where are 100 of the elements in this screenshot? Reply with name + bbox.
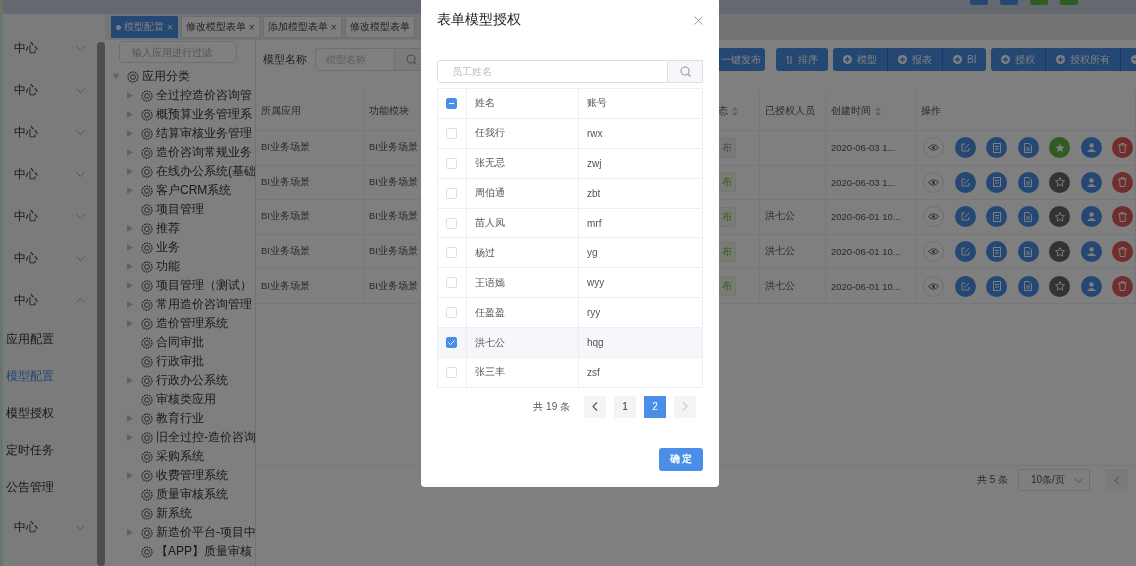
user-button[interactable]	[1080, 137, 1102, 159]
tree-node[interactable]: 合同审批	[105, 333, 255, 352]
delete-button[interactable]	[1112, 137, 1133, 159]
menu-item[interactable]: 应用配置	[3, 321, 98, 358]
star-button[interactable]	[1049, 206, 1070, 228]
form-button[interactable]	[986, 275, 1007, 297]
tree-node[interactable]: 功能	[105, 257, 255, 276]
user-button[interactable]	[1080, 241, 1102, 263]
close-icon[interactable]: ×	[248, 21, 255, 33]
form-button[interactable]	[986, 171, 1007, 193]
edit-button[interactable]	[954, 206, 976, 228]
report-button[interactable]	[1017, 241, 1039, 263]
tree-node[interactable]: 客户CRM系统	[105, 181, 255, 200]
view-button[interactable]	[923, 275, 944, 297]
toolbar-button[interactable]: 授权所有	[1046, 48, 1122, 71]
checkbox[interactable]	[446, 97, 457, 109]
menu-group[interactable]: 中心	[3, 506, 98, 548]
confirm-button[interactable]: 确 定	[659, 447, 703, 471]
menu-group[interactable]: 中心	[3, 69, 98, 111]
tree-node[interactable]: 项目管理（测试）	[105, 276, 255, 295]
tab[interactable]: 添加模型表单 ×	[262, 16, 342, 38]
toolbar-button[interactable]: BI	[943, 48, 987, 71]
column-header[interactable]: 已授权人员	[765, 104, 815, 118]
user-button[interactable]	[1080, 275, 1102, 297]
tree-node[interactable]: 教育行业	[105, 409, 255, 428]
previous-page-button[interactable]	[584, 395, 606, 418]
tree-node[interactable]: 【APP】质量审核	[105, 542, 255, 561]
tree-node[interactable]: 行政审批	[105, 352, 255, 371]
tab[interactable]: 修改模型表单 ×	[180, 16, 260, 38]
tree-node[interactable]: 常用造价咨询管理	[105, 295, 255, 314]
page-size-select[interactable]: 10条/页	[1018, 469, 1090, 491]
edit-button[interactable]	[954, 137, 976, 159]
menu-group[interactable]: 中心	[3, 27, 98, 69]
edit-button[interactable]	[954, 171, 976, 193]
star-button[interactable]	[1049, 137, 1070, 159]
toolbar-button[interactable]: 报表	[888, 48, 943, 71]
star-button[interactable]	[1049, 241, 1070, 263]
view-button[interactable]	[923, 137, 944, 159]
user-button[interactable]	[1080, 206, 1102, 228]
form-button[interactable]	[986, 206, 1007, 228]
page-button[interactable]: 2	[644, 395, 666, 418]
report-button[interactable]	[1017, 206, 1039, 228]
star-button[interactable]	[1049, 171, 1070, 193]
menu-group[interactable]: 中心	[3, 195, 98, 237]
column-header[interactable]: 功能模块	[369, 104, 409, 118]
scrollbar[interactable]	[97, 42, 105, 566]
delete-button[interactable]	[1112, 171, 1133, 193]
tree-node[interactable]: 项目管理	[105, 200, 255, 219]
tree-node[interactable]: 全过控造价咨询管	[105, 86, 255, 105]
menu-group[interactable]: 中心	[3, 153, 98, 195]
tree-node[interactable]: 概预算业务管理系	[105, 105, 255, 124]
menu-group[interactable]: 中心	[3, 237, 98, 279]
edit-button[interactable]	[954, 275, 976, 297]
view-button[interactable]	[923, 206, 944, 228]
menu-item[interactable]: 定时任务	[3, 432, 98, 469]
menu-item[interactable]: 模型配置	[3, 358, 98, 395]
column-header[interactable]: 创建时间	[831, 104, 881, 118]
checkbox[interactable]	[446, 337, 457, 349]
delete-button[interactable]	[1112, 206, 1133, 228]
close-icon[interactable]: ×	[330, 21, 337, 33]
toolbar-button[interactable]: 模型	[833, 48, 888, 71]
user-button[interactable]	[1080, 171, 1102, 193]
menu-group[interactable]: 中心	[3, 279, 98, 321]
tree-node[interactable]: 造价咨询常规业务	[105, 143, 255, 162]
report-button[interactable]	[1017, 137, 1039, 159]
form-button[interactable]	[986, 241, 1007, 263]
report-button[interactable]	[1017, 275, 1039, 297]
tree-node[interactable]: 审核类应用	[105, 390, 255, 409]
tree-node[interactable]: 应用分类	[105, 67, 255, 86]
close-icon[interactable]: ×	[167, 21, 173, 33]
tree-node[interactable]: 结算审核业务管理	[105, 124, 255, 143]
tab[interactable]: 修改模型表单	[344, 16, 415, 38]
column-header[interactable]: 所属应用	[261, 104, 301, 118]
tree-node[interactable]: 旧全过控-造价咨询	[105, 428, 255, 447]
delete-button[interactable]	[1112, 275, 1133, 297]
tab[interactable]: 模型配置 ×	[111, 16, 178, 38]
edit-button[interactable]	[954, 241, 976, 263]
close-button[interactable]	[694, 15, 703, 25]
report-button[interactable]	[1017, 171, 1039, 193]
view-button[interactable]	[923, 241, 944, 263]
star-button[interactable]	[1049, 275, 1070, 297]
menu-item[interactable]: 模型授权	[3, 395, 98, 432]
tree-node[interactable]: 质量审核系统	[105, 485, 255, 504]
view-button[interactable]	[923, 171, 944, 193]
search-field[interactable]: 员工姓名	[437, 60, 668, 83]
menu-group[interactable]: 中心	[3, 111, 98, 153]
tree-node[interactable]: 造价管理系统	[105, 314, 255, 333]
column-header[interactable]: 操作	[921, 104, 941, 118]
tree-node[interactable]: 收费管理系统	[105, 466, 255, 485]
toolbar-button[interactable]: 排序	[776, 48, 828, 71]
toolbar-button[interactable]: 授权	[991, 48, 1047, 71]
form-button[interactable]	[986, 137, 1007, 159]
menu-item[interactable]: 公告管理	[3, 469, 98, 506]
tree-node[interactable]: 业务	[105, 238, 255, 257]
tree-node[interactable]: 在线办公系统(基础	[105, 162, 255, 181]
delete-button[interactable]	[1112, 241, 1133, 263]
tree-node[interactable]: 新系统	[105, 504, 255, 523]
tree-node[interactable]: 行政办公系统	[105, 371, 255, 390]
tree-node[interactable]: 推荐	[105, 219, 255, 238]
tree-node[interactable]: 新造价平台-项目中	[105, 523, 255, 542]
